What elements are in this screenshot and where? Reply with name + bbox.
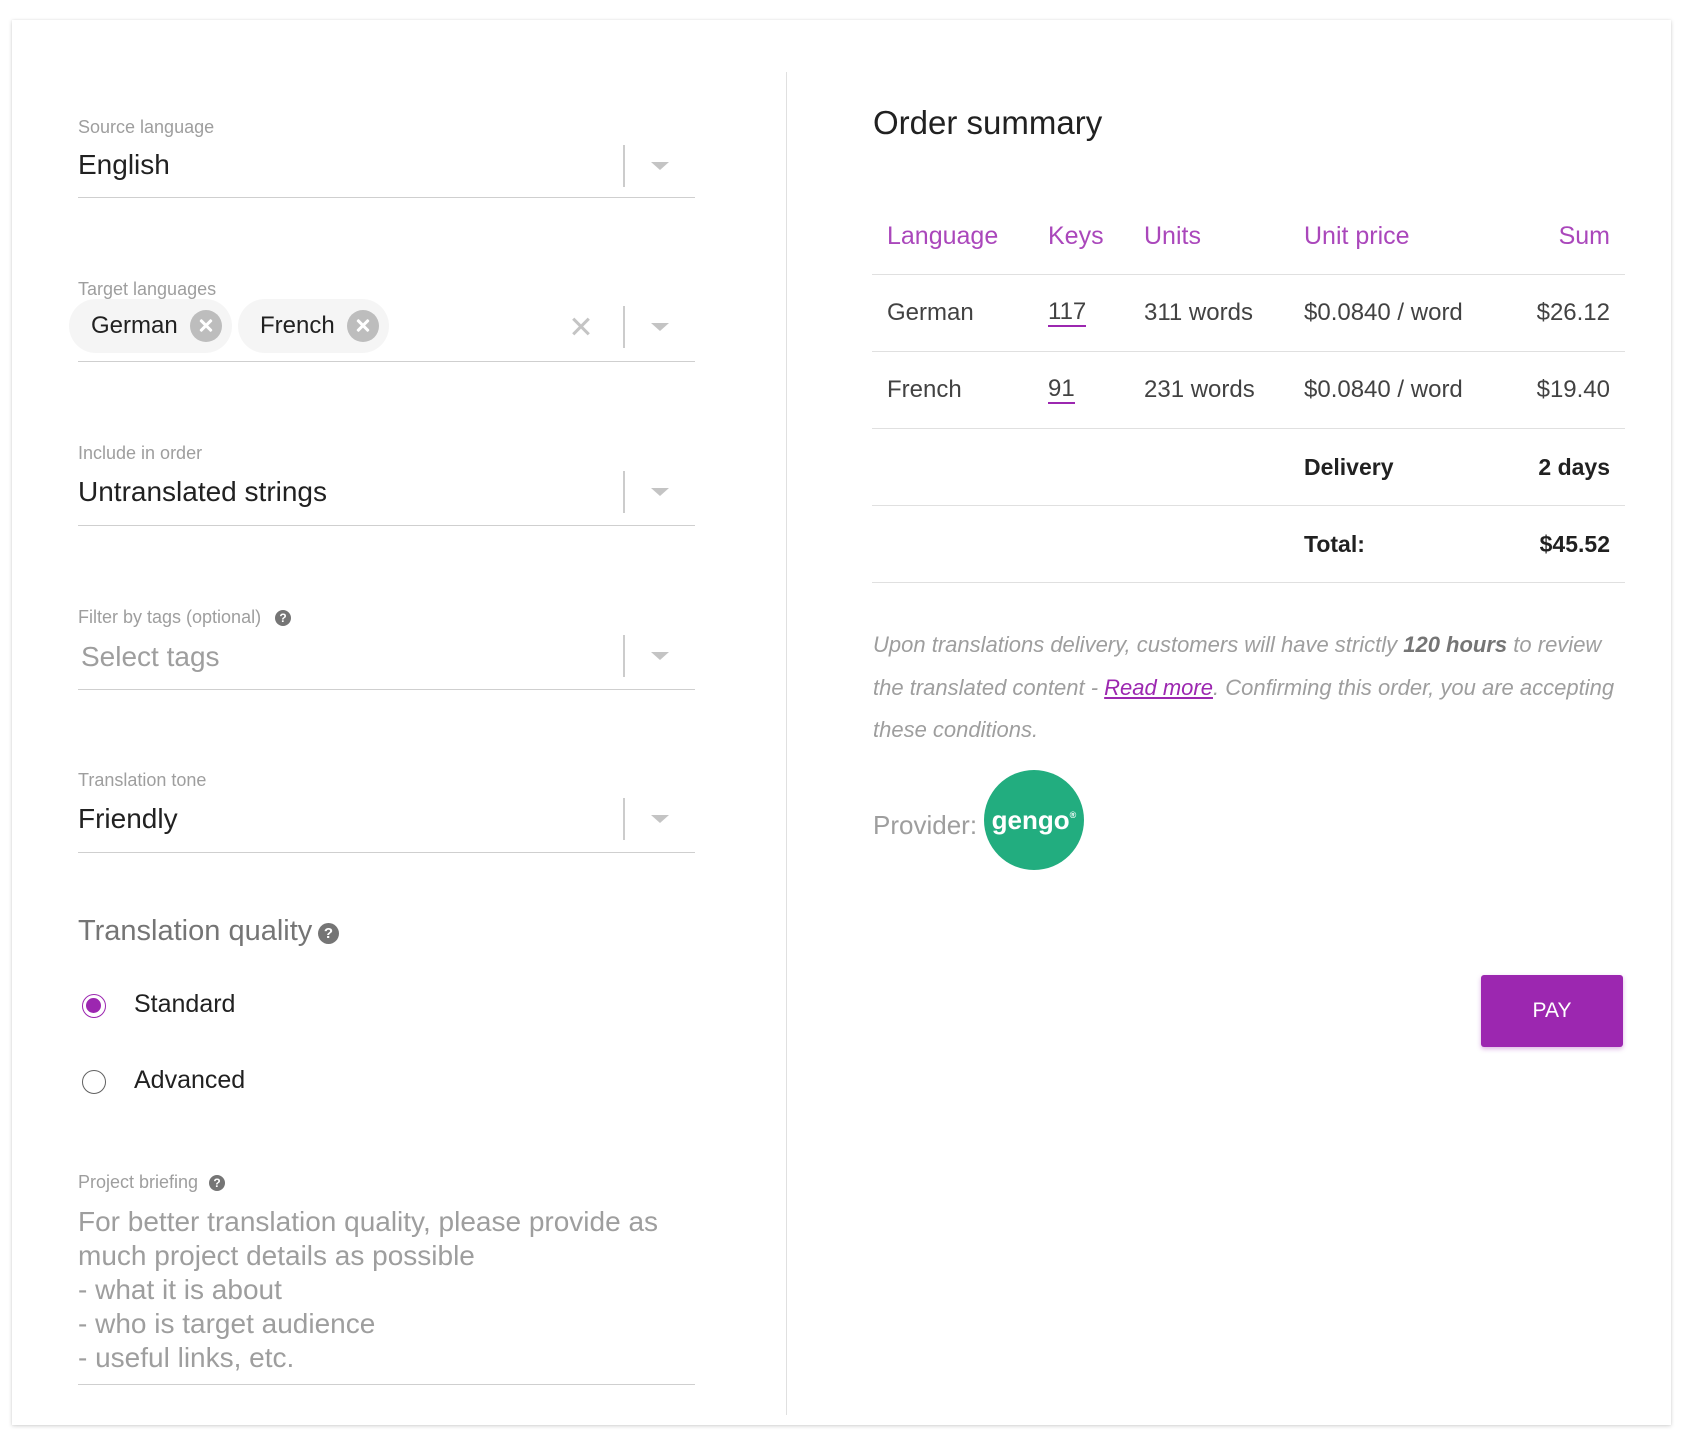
total-label: Total: — [1304, 530, 1365, 557]
column-header: Unit price — [1304, 221, 1410, 250]
select-separator — [623, 635, 625, 677]
select-separator — [623, 145, 625, 187]
chevron-down-icon[interactable] — [651, 488, 669, 496]
chevron-down-icon[interactable] — [651, 815, 669, 823]
chevron-down-icon[interactable] — [651, 323, 669, 331]
translation-tone-select[interactable]: Friendly — [78, 802, 178, 836]
order-summary-title: Order summary — [873, 104, 1103, 141]
help-icon[interactable]: ? — [275, 610, 291, 626]
field-underline — [78, 852, 695, 853]
row-units: 231 words — [1144, 376, 1255, 403]
notice-hours: 120 hours — [1403, 632, 1508, 657]
field-underline — [78, 1384, 695, 1385]
total-value: $45.52 — [1539, 530, 1610, 557]
chevron-down-icon[interactable] — [651, 162, 669, 170]
chip-german[interactable]: German — [69, 299, 232, 353]
radio-advanced[interactable] — [82, 1070, 106, 1094]
row-sum: $19.40 — [1536, 376, 1610, 403]
row-language: German — [887, 299, 974, 326]
row-unit-price: $0.0840 / word — [1304, 376, 1463, 403]
notice-text: Upon translations delivery, customers wi… — [873, 632, 1404, 657]
field-underline — [78, 197, 695, 198]
provider-name: gengo — [991, 804, 1070, 835]
total-row: Total: $45.52 — [872, 506, 1625, 583]
delivery-label: Delivery — [1304, 453, 1394, 480]
remove-chip-icon[interactable] — [189, 310, 222, 342]
keys-link[interactable]: 117 — [1048, 299, 1087, 327]
column-header: Units — [1144, 221, 1201, 250]
row-keys: 91 — [1048, 352, 1075, 428]
gengo-logo: gengo ® — [984, 770, 1084, 870]
chip-label: German — [91, 312, 178, 339]
column-header: Language — [887, 221, 999, 250]
panel-divider — [786, 72, 787, 1415]
delivery-value: 2 days — [1538, 453, 1610, 480]
row-keys: 117 — [1048, 275, 1087, 351]
help-icon[interactable]: ? — [318, 923, 339, 944]
table-row: German 117 311 words $0.0840 / word $26.… — [872, 275, 1625, 352]
chip-french[interactable]: French — [238, 299, 389, 353]
row-language: French — [887, 376, 962, 403]
radio-advanced-label[interactable]: Advanced — [134, 1066, 245, 1095]
select-separator — [623, 471, 625, 513]
pay-button[interactable]: PAY — [1481, 975, 1623, 1047]
field-underline — [78, 361, 695, 362]
filter-tags-select[interactable]: Select tags — [81, 640, 220, 674]
row-units: 311 words — [1144, 299, 1253, 326]
field-underline — [78, 525, 695, 526]
project-briefing-textarea[interactable]: For better translation quality, please p… — [78, 1205, 698, 1375]
read-more-link[interactable]: Read more — [1104, 675, 1213, 700]
review-notice: Upon translations delivery, customers wi… — [873, 624, 1633, 752]
order-table: Language Keys Units Unit price Sum Germa… — [872, 198, 1625, 583]
source-language-label: Source language — [78, 117, 215, 137]
provider-label: Provider: — [873, 810, 978, 840]
keys-link[interactable]: 91 — [1048, 376, 1075, 404]
remove-chip-icon[interactable] — [346, 310, 379, 342]
field-underline — [78, 689, 695, 690]
table-header: Language Keys Units Unit price Sum — [872, 198, 1625, 275]
delivery-row: Delivery 2 days — [872, 429, 1625, 506]
select-separator — [623, 306, 625, 348]
help-icon[interactable]: ? — [209, 1175, 225, 1191]
project-briefing-label: Project briefing — [78, 1172, 199, 1192]
clear-all-icon[interactable] — [570, 316, 592, 338]
translation-quality-title: Translation quality — [78, 915, 313, 947]
order-card: Source language English Target languages… — [12, 20, 1671, 1425]
translation-tone-label: Translation tone — [78, 770, 207, 790]
chip-label: French — [260, 312, 335, 339]
source-language-select[interactable]: English — [78, 148, 170, 182]
row-unit-price: $0.0840 / word — [1304, 299, 1463, 326]
radio-standard[interactable] — [82, 994, 106, 1018]
include-in-order-label: Include in order — [78, 443, 203, 463]
target-languages-label: Target languages — [78, 279, 217, 299]
radio-standard-label[interactable]: Standard — [134, 990, 235, 1019]
column-header: Keys — [1048, 221, 1104, 250]
table-row: French 91 231 words $0.0840 / word $19.4… — [872, 352, 1625, 429]
row-sum: $26.12 — [1536, 299, 1610, 326]
select-separator — [623, 798, 625, 840]
include-in-order-select[interactable]: Untranslated strings — [78, 475, 327, 509]
filter-tags-label: Filter by tags (optional) — [78, 607, 262, 627]
chevron-down-icon[interactable] — [651, 652, 669, 660]
column-header: Sum — [1558, 221, 1610, 250]
